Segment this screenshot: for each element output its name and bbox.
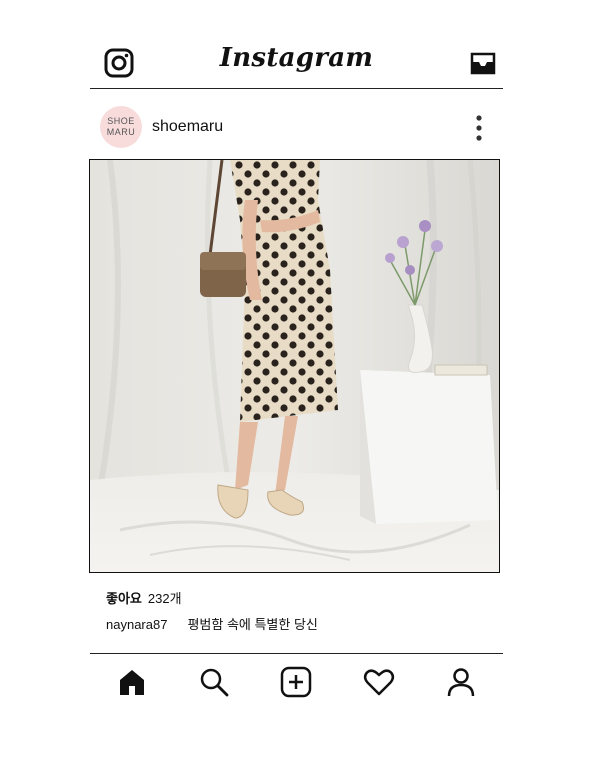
add-post-icon[interactable] <box>280 666 312 698</box>
post-photo-illustration <box>90 160 499 572</box>
more-vertical-icon[interactable] <box>475 114 483 142</box>
heart-icon[interactable] <box>363 666 395 698</box>
avatar-text-line2: MARU <box>106 127 136 137</box>
post-header: SHOE MARU shoemaru <box>90 100 503 156</box>
likes-line[interactable]: 좋아요 232개 <box>106 588 182 607</box>
inbox-icon[interactable] <box>469 50 497 76</box>
home-icon[interactable] <box>116 666 148 698</box>
avatar-text-line1: SHOE <box>107 116 135 126</box>
caption-text: 평범함 속에 특별한 당신 <box>187 617 318 632</box>
post-image[interactable] <box>89 159 500 573</box>
profile-icon[interactable] <box>445 666 477 698</box>
post-username[interactable]: shoemaru <box>152 118 223 136</box>
likes-label: 좋아요 <box>106 591 142 606</box>
avatar[interactable]: SHOE MARU <box>100 106 142 148</box>
caption-line: naynara87 평범함 속에 특별한 당신 <box>106 614 318 633</box>
top-bar: Instagram <box>90 38 503 89</box>
bottom-nav <box>90 653 503 714</box>
instagram-logo: Instagram <box>219 43 374 73</box>
likes-count: 232개 <box>147 591 182 606</box>
search-icon[interactable] <box>198 666 230 698</box>
caption-username[interactable]: naynara87 <box>106 617 167 632</box>
